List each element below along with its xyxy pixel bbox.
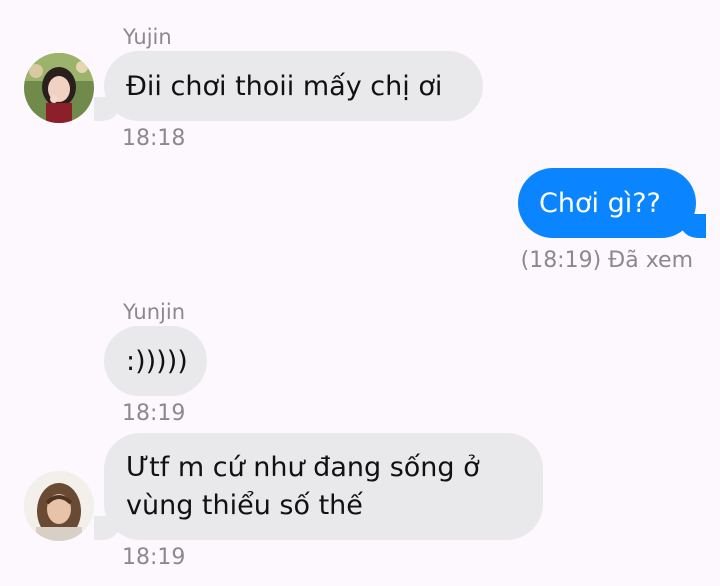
sender-name-yujin: Yujin bbox=[123, 25, 172, 49]
message-bubble-outgoing[interactable]: Chơi gì?? bbox=[518, 168, 706, 238]
read-receipt-status: (18:19) Đã xem bbox=[520, 248, 693, 273]
message-bubble-incoming[interactable]: Đii chơi thoii mấy chị ơi bbox=[94, 51, 483, 121]
message-timestamp: 18:19 bbox=[122, 545, 186, 570]
message-timestamp: 18:19 bbox=[122, 401, 186, 426]
message-text: Chơi gì?? bbox=[539, 188, 661, 219]
message-text-line-2: vùng thiểu số thế bbox=[126, 490, 363, 521]
message-bubble-incoming[interactable]: :))))) bbox=[104, 326, 207, 396]
message-text-line-1: Ưtf m cứ như đang sống ở bbox=[126, 452, 480, 483]
avatar-photo-icon bbox=[24, 53, 94, 123]
message-timestamp: 18:18 bbox=[122, 126, 186, 151]
avatar-yunjin[interactable] bbox=[24, 471, 94, 541]
sender-name-yunjin: Yunjin bbox=[123, 300, 186, 324]
message-text: Đii chơi thoii mấy chị ơi bbox=[126, 71, 443, 102]
avatar-photo-icon bbox=[24, 471, 94, 541]
message-bubble-incoming[interactable]: Ưtf m cứ như đang sống ở vùng thiểu số t… bbox=[94, 433, 543, 540]
avatar-yujin[interactable] bbox=[24, 53, 94, 123]
message-text: :))))) bbox=[126, 346, 188, 377]
